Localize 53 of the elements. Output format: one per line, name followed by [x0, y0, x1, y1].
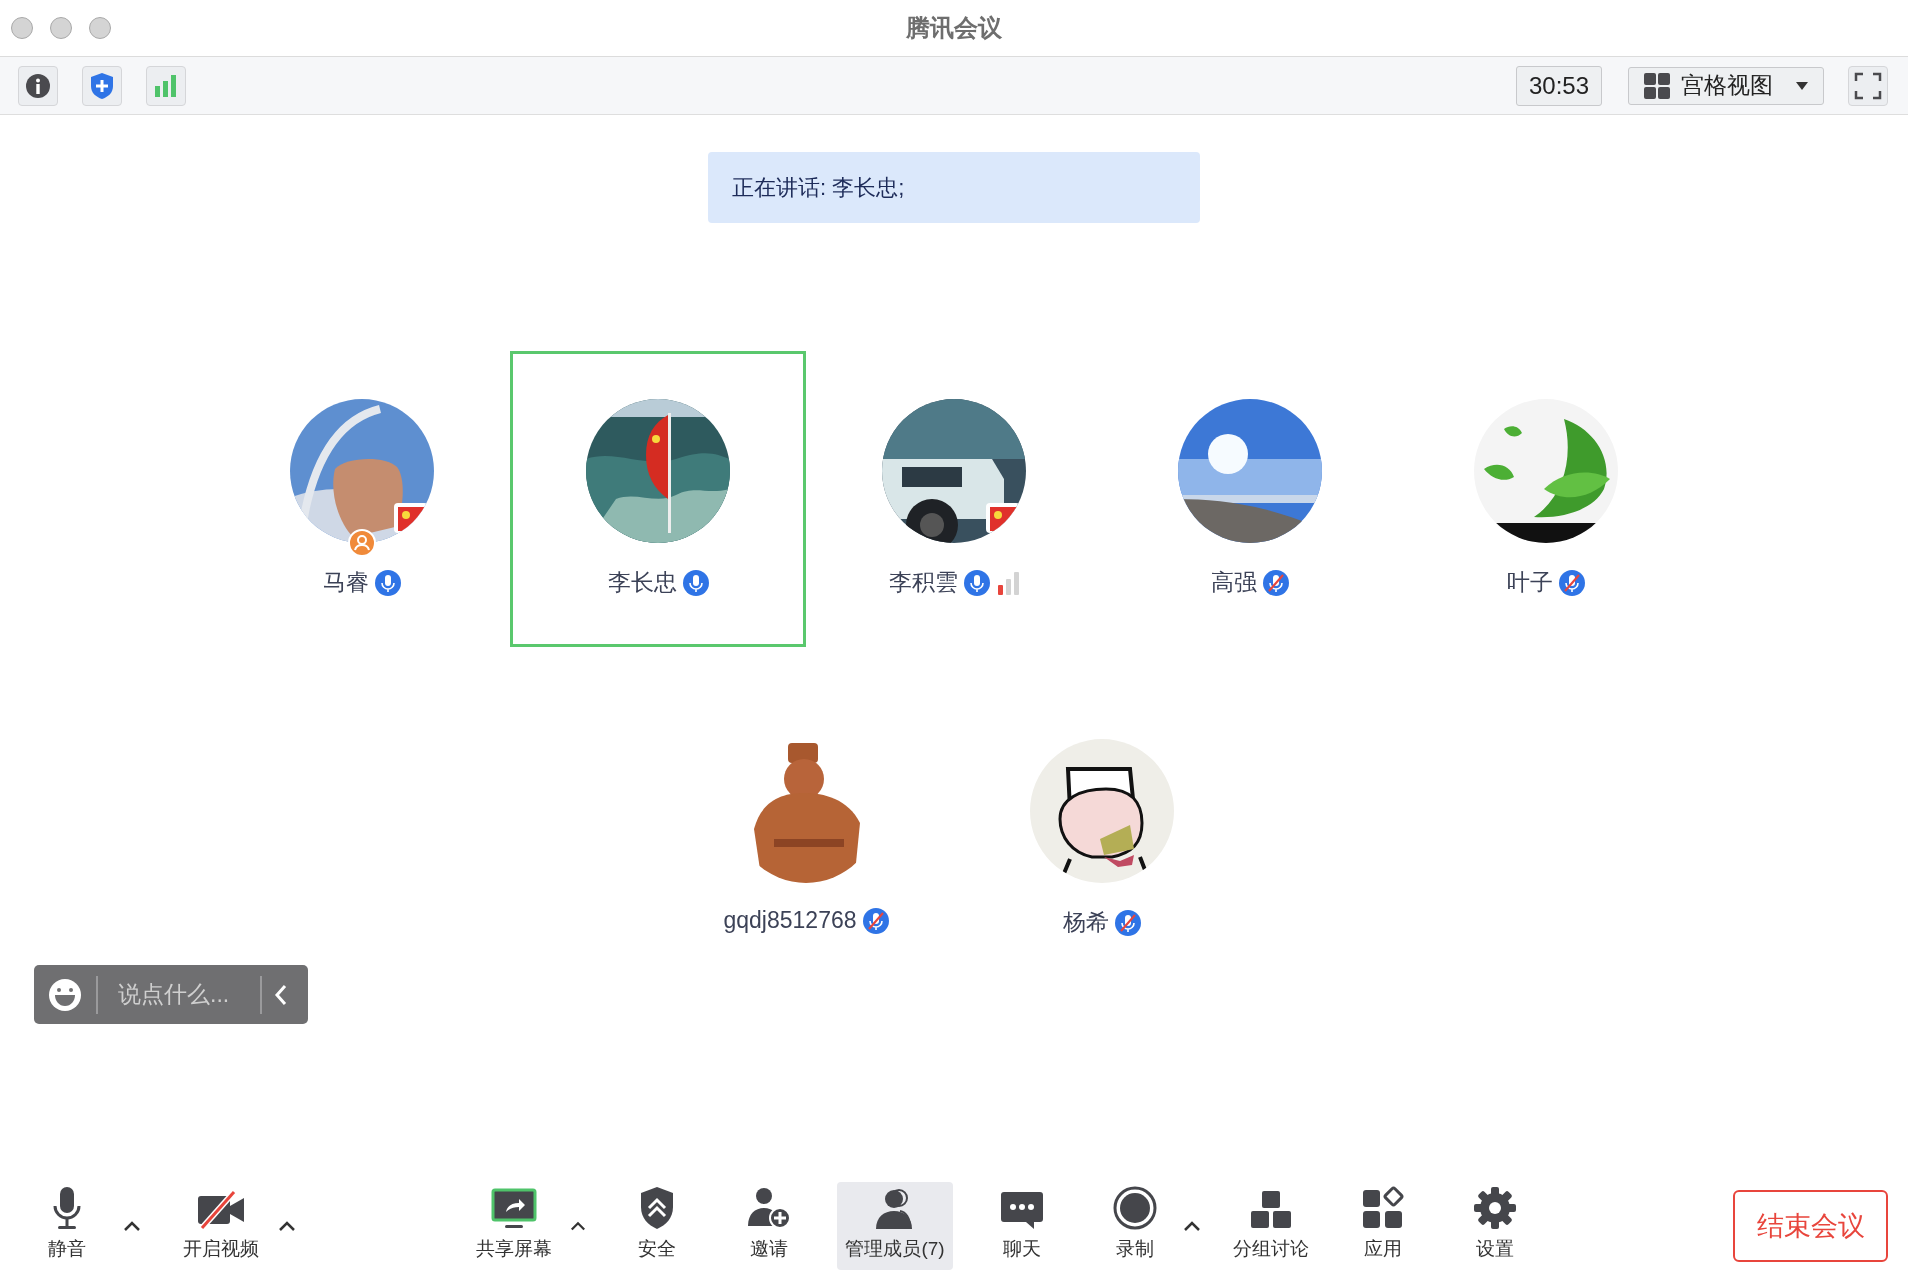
add-person-icon [746, 1186, 792, 1230]
settings-icon [1473, 1186, 1517, 1230]
speaking-banner: 正在讲话: 李长忠; [708, 152, 1200, 223]
message-input[interactable]: 说点什么... [98, 974, 260, 1015]
view-dropdown[interactable]: 宫格视图 [1628, 66, 1824, 105]
participant-tile[interactable]: 李长忠 [510, 351, 806, 647]
shield-icon [639, 1186, 675, 1230]
emoji-icon[interactable] [48, 977, 82, 1012]
grid-icon [1643, 71, 1671, 100]
toolbar-button[interactable]: 聊天 [972, 1182, 1072, 1270]
toolbar-button[interactable]: 静音 [22, 1182, 112, 1270]
toolbar-button[interactable]: 管理成员(7) [837, 1182, 953, 1270]
toolbar-button[interactable]: 分组讨论 [1211, 1182, 1331, 1270]
toolbar-button[interactable]: 邀请 [724, 1182, 814, 1270]
record-icon [1113, 1186, 1157, 1230]
chat-input-field[interactable]: 说点什么... [34, 965, 308, 1024]
toolbar-button[interactable]: 共享屏幕 [458, 1182, 570, 1270]
shield-icon [89, 71, 115, 100]
security-button[interactable] [82, 65, 122, 106]
toolbar-button[interactable]: 设置 [1450, 1182, 1540, 1270]
participant-name: 李长忠 [607, 568, 677, 597]
participant-name: gqdj8512768 [723, 907, 857, 934]
fullscreen-button[interactable] [1848, 65, 1888, 106]
participant-tile[interactable]: 李积雲 [806, 351, 1102, 647]
signal-bars-icon [153, 73, 179, 98]
end-meeting-button[interactable]: 结束会议 [1733, 1190, 1888, 1262]
participant-name: 杨希 [1063, 908, 1109, 937]
chevron-left-icon [274, 983, 288, 1006]
participant-tile[interactable]: 杨希 [954, 691, 1250, 987]
participant-tile[interactable]: 马睿 [214, 351, 510, 647]
participant-name: 马睿 [323, 568, 369, 597]
info-button[interactable] [18, 65, 58, 106]
window-title: 腾讯会议 [906, 14, 1002, 41]
participant-name: 李积雲 [888, 568, 958, 597]
fullscreen-icon [1854, 71, 1882, 100]
chat-bubble-icon [1000, 1190, 1044, 1230]
info-icon [25, 72, 51, 99]
blocks-icon [1249, 1190, 1293, 1230]
meeting-timer: 30:53 [1515, 65, 1602, 106]
participant-name: 叶子 [1507, 568, 1553, 597]
toolbar-button[interactable]: 录制 [1090, 1182, 1180, 1270]
apps-icon [1361, 1186, 1405, 1230]
toolbar-button[interactable]: 应用 [1338, 1182, 1428, 1270]
participant-tile[interactable]: 叶子 [1398, 351, 1694, 647]
participant-name: 高强 [1211, 568, 1257, 597]
share-screen-icon [491, 1188, 537, 1230]
participant-tile[interactable]: 高强 [1102, 351, 1398, 647]
dropdown-arrow-icon [1795, 80, 1809, 91]
toolbar-button[interactable]: 安全 [612, 1182, 702, 1270]
participant-tile[interactable]: gqdj8512768 [658, 691, 954, 987]
toolbar-button[interactable]: 开启视频 [166, 1182, 276, 1270]
video-off-icon [196, 1190, 246, 1230]
microphone-icon [52, 1186, 82, 1230]
